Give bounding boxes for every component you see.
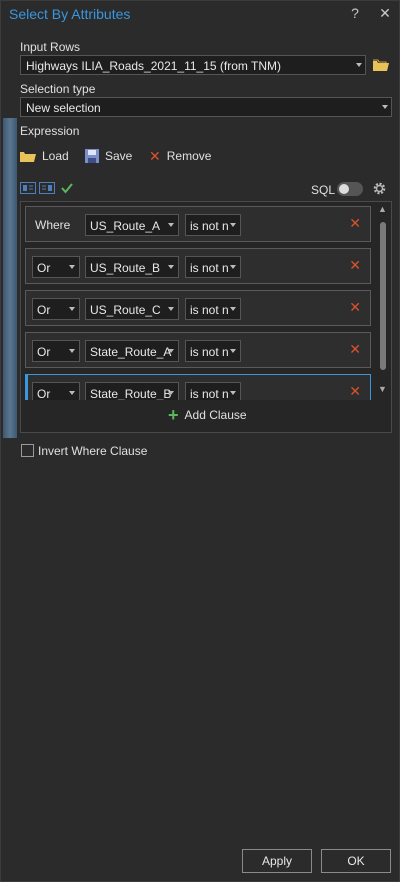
chevron-down-icon [356, 63, 362, 67]
connector-select[interactable]: Or [32, 382, 80, 400]
remove-button[interactable]: ✕ Remove [149, 147, 211, 165]
help-button[interactable]: ? [346, 5, 364, 21]
scroll-up-icon[interactable]: ▲ [378, 204, 387, 214]
operator-select[interactable]: is not n [185, 340, 241, 362]
operator-select[interactable]: is not n [185, 298, 241, 320]
selection-type-select[interactable]: New selection [20, 97, 392, 117]
chevron-down-icon [168, 223, 174, 227]
load-label: Load [42, 149, 69, 163]
field-select[interactable]: State_Route_A [85, 340, 179, 362]
clause-row: Or US_Route_B is not n ✕ [25, 248, 371, 284]
chevron-down-icon [230, 391, 236, 395]
field-value: State_Route_B [90, 387, 172, 400]
selection-type-label: Selection type [20, 82, 96, 96]
clause-scrollbar[interactable]: ▲ ▼ [377, 204, 389, 396]
load-button[interactable]: Load [20, 147, 69, 165]
clause-row: Or State_Route_A is not n ✕ [25, 332, 371, 368]
connector-value: Or [37, 303, 51, 317]
clause-list: Where US_Route_A is not n ✕ Or US_Route_… [20, 201, 392, 433]
add-clause-label: Add Clause [184, 408, 247, 422]
scroll-down-icon[interactable]: ▼ [378, 384, 387, 394]
folder-open-icon [20, 152, 36, 162]
field-value: State_Route_A [90, 345, 172, 359]
chevron-down-icon [69, 391, 75, 395]
chevron-down-icon [230, 307, 236, 311]
delete-clause-icon[interactable]: ✕ [349, 383, 361, 400]
remove-x-icon: ✕ [149, 147, 161, 164]
invert-where-label: Invert Where Clause [38, 444, 148, 458]
operator-select[interactable]: is not n [185, 382, 241, 400]
input-rows-value: Highways ILIA_Roads_2021_11_15 (from TNM… [26, 59, 282, 73]
close-button[interactable]: ✕ [376, 5, 394, 22]
sql-label: SQL [311, 183, 336, 197]
browse-folder-icon[interactable] [373, 59, 389, 71]
add-clause-button[interactable]: + Add Clause [168, 405, 247, 425]
chevron-down-icon [69, 265, 75, 269]
select-by-attributes-dialog: Select By Attributes ? ✕ Input Rows High… [0, 0, 400, 882]
connector-value: Or [37, 345, 51, 359]
verify-checkmark-icon[interactable] [61, 182, 73, 194]
title-bar: Select By Attributes ? ✕ [1, 1, 399, 29]
field-select[interactable]: State_Route_B [85, 382, 179, 400]
chevron-down-icon [168, 265, 174, 269]
field-value: US_Route_B [90, 261, 161, 275]
operator-select[interactable]: is not n [185, 214, 241, 236]
window-title: Select By Attributes [9, 6, 131, 22]
save-label: Save [105, 149, 133, 163]
save-button[interactable]: Save [85, 147, 132, 165]
delete-clause-icon[interactable]: ✕ [349, 341, 361, 358]
delete-clause-icon[interactable]: ✕ [349, 257, 361, 274]
operator-value: is not n [190, 387, 229, 400]
selection-type-value: New selection [26, 101, 101, 115]
chevron-down-icon [230, 223, 236, 227]
delete-clause-icon[interactable]: ✕ [349, 299, 361, 316]
chevron-down-icon [382, 105, 388, 109]
expression-label: Expression [20, 124, 80, 138]
floppy-disk-icon [85, 149, 99, 163]
chevron-down-icon [230, 265, 236, 269]
sql-mode-icon[interactable] [39, 182, 55, 194]
connector-select[interactable]: Or [32, 256, 80, 278]
clause-connector-label: Where [35, 218, 71, 232]
chevron-down-icon [168, 307, 174, 311]
remove-label: Remove [166, 149, 212, 163]
toggle-knob [339, 184, 349, 194]
connector-value: Or [37, 387, 51, 400]
clause-row-selected: Or State_Route_B is not n ✕ [25, 374, 371, 400]
chevron-down-icon [168, 391, 174, 395]
field-select[interactable]: US_Route_B [85, 256, 179, 278]
operator-select[interactable]: is not n [185, 256, 241, 278]
field-select[interactable]: US_Route_A [85, 214, 179, 236]
field-select[interactable]: US_Route_C [85, 298, 179, 320]
chevron-down-icon [69, 349, 75, 353]
clause-mode-icon[interactable] [20, 182, 36, 194]
gear-icon[interactable] [372, 181, 387, 196]
sql-toggle[interactable] [337, 182, 363, 196]
invert-where-checkbox[interactable] [21, 444, 34, 457]
field-value: US_Route_C [90, 303, 161, 317]
input-rows-label: Input Rows [20, 40, 81, 54]
connector-select[interactable]: Or [32, 340, 80, 362]
chevron-down-icon [168, 349, 174, 353]
scroll-thumb[interactable] [380, 222, 386, 370]
clause-row: Or US_Route_C is not n ✕ [25, 290, 371, 326]
operator-value: is not n [190, 219, 229, 233]
operator-value: is not n [190, 345, 229, 359]
operator-value: is not n [190, 303, 229, 317]
plus-icon: + [168, 405, 179, 425]
clause-row: Where US_Route_A is not n ✕ [25, 206, 371, 242]
ok-button[interactable]: OK [321, 849, 391, 873]
chevron-down-icon [230, 349, 236, 353]
apply-button[interactable]: Apply [242, 849, 312, 873]
connector-value: Or [37, 261, 51, 275]
input-rows-select[interactable]: Highways ILIA_Roads_2021_11_15 (from TNM… [20, 55, 366, 75]
field-value: US_Route_A [90, 219, 161, 233]
left-edge-strip [3, 118, 17, 438]
connector-select[interactable]: Or [32, 298, 80, 320]
delete-clause-icon[interactable]: ✕ [349, 215, 361, 232]
chevron-down-icon [69, 307, 75, 311]
operator-value: is not n [190, 261, 229, 275]
